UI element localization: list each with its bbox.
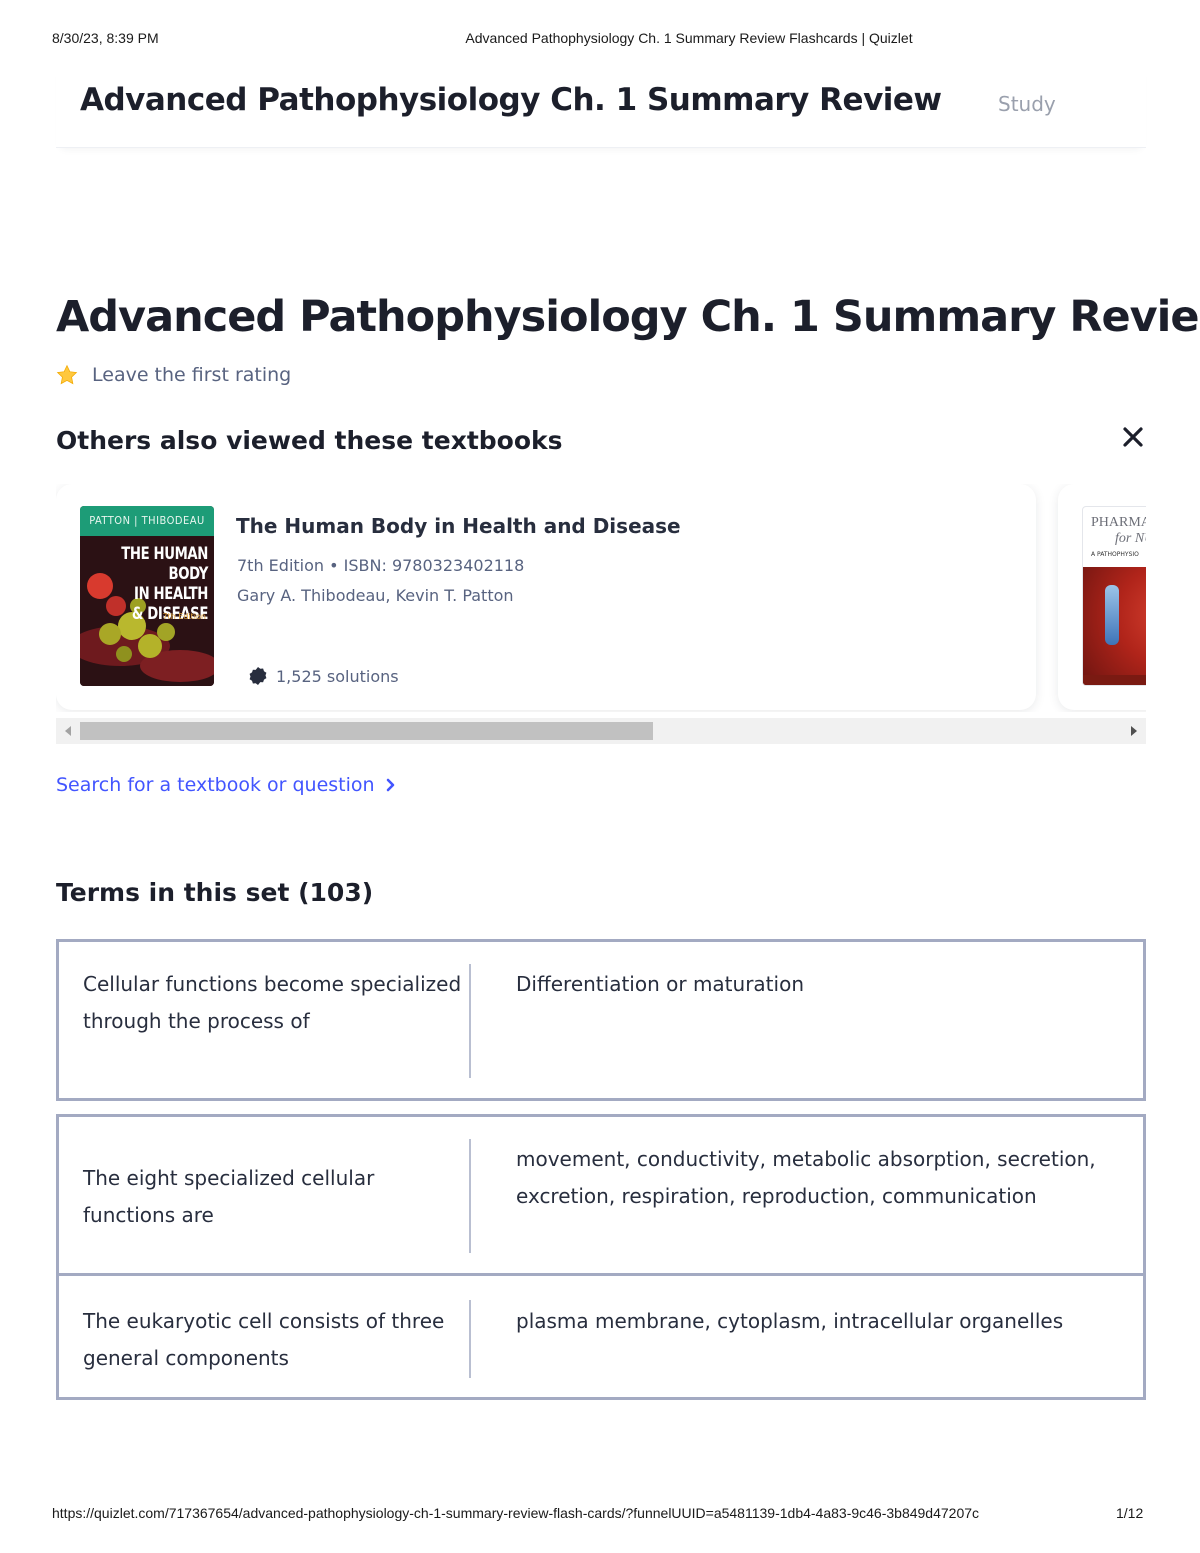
cover-authors: PATTON | THIBODEAU xyxy=(89,514,205,527)
term-text: The eight specialized cellular functions… xyxy=(83,1166,375,1227)
rating-link[interactable]: Leave the first rating xyxy=(56,362,291,388)
term-card[interactable]: The eight specialized cellular functions… xyxy=(56,1114,1146,1276)
star-icon xyxy=(56,364,78,385)
close-icon[interactable] xyxy=(1120,424,1146,450)
book-edition-isbn: 7th Edition • ISBN: 9780323402118 xyxy=(237,556,525,575)
term-divider xyxy=(469,964,471,1078)
definition-text: Differentiation or maturation xyxy=(516,972,804,996)
textbook-card-partial[interactable]: PHARMA for NU A PATHOPHYSIO xyxy=(1058,484,1146,710)
textbook-card[interactable]: PATTON | THIBODEAU THE HUMAN BODY IN HEA… xyxy=(56,484,1036,710)
textbook-carousel: PATTON | THIBODEAU THE HUMAN BODY IN HEA… xyxy=(56,484,1146,712)
header-set-title: Advanced Pathophysiology Ch. 1 Summary R… xyxy=(80,82,942,118)
triangle-left-icon[interactable] xyxy=(56,718,80,744)
carousel-scrollbar[interactable] xyxy=(56,718,1146,744)
book-authors: Gary A. Thibodeau, Kevin T. Patton xyxy=(237,586,514,605)
textbooks-heading: Others also viewed these textbooks xyxy=(56,426,563,455)
verified-badge-icon xyxy=(249,667,267,685)
term-card[interactable]: The eukaryotic cell consists of three ge… xyxy=(56,1273,1146,1400)
term-text: The eukaryotic cell consists of three ge… xyxy=(83,1309,445,1370)
solutions-count: 1,525 solutions xyxy=(248,666,399,686)
rating-label: Leave the first rating xyxy=(92,364,292,386)
page-title: Advanced Pathophysiology Ch. 1 Summary R… xyxy=(56,292,1200,342)
term-divider xyxy=(469,1139,471,1253)
term-text: Cellular functions become specialized th… xyxy=(83,972,462,1033)
print-url: https://quizlet.com/717367654/advanced-p… xyxy=(52,1505,980,1521)
triangle-right-icon[interactable] xyxy=(1122,718,1146,744)
scrollbar-thumb[interactable] xyxy=(80,722,653,740)
chevron-right-icon xyxy=(386,778,394,792)
term-divider xyxy=(469,1300,471,1378)
sticky-header: Advanced Pathophysiology Ch. 1 Summary R… xyxy=(56,62,1146,148)
search-textbook-link[interactable]: Search for a textbook or question xyxy=(56,774,397,796)
cover-edition: 7th Edition xyxy=(162,612,206,621)
book-title[interactable]: The Human Body in Health and Disease xyxy=(236,514,681,538)
definition-text: movement, conductivity, metabolic absorp… xyxy=(516,1147,1096,1208)
study-button[interactable]: Study xyxy=(998,92,1056,116)
book-cover: PATTON | THIBODEAU THE HUMAN BODY IN HEA… xyxy=(80,506,214,686)
definition-text: plasma membrane, cytoplasm, intracellula… xyxy=(516,1309,1064,1333)
print-footer: https://quizlet.com/717367654/advanced-p… xyxy=(0,1505,1200,1525)
term-card[interactable]: Cellular functions become specialized th… xyxy=(56,939,1146,1101)
page-number: 1/12 xyxy=(1116,1505,1144,1521)
terms-heading: Terms in this set (103) xyxy=(56,878,374,907)
book-cover: PHARMA for NU A PATHOPHYSIO xyxy=(1082,506,1146,686)
print-document-title: Advanced Pathophysiology Ch. 1 Summary R… xyxy=(465,30,913,46)
print-header: 8/30/23, 8:39 PM Advanced Pathophysiolog… xyxy=(0,30,1200,50)
